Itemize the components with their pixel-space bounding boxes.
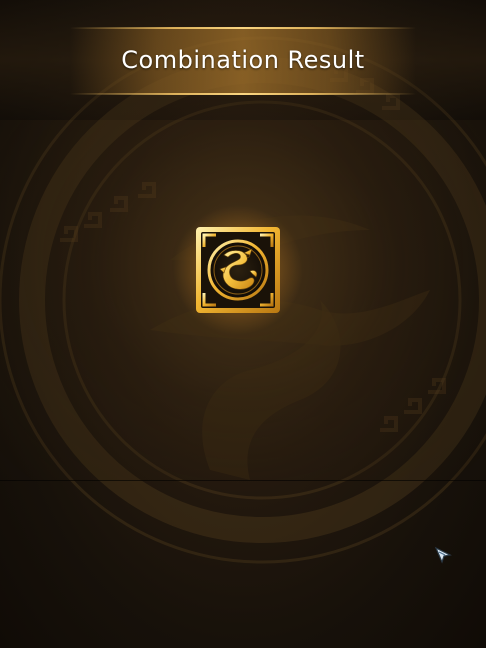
title-border-bottom — [70, 93, 416, 95]
combination-result-screen: Combination Result — [0, 0, 486, 648]
golden-dragon-emblem-icon — [196, 227, 280, 313]
mouse-cursor-icon — [434, 546, 452, 564]
result-item-slot[interactable] — [172, 205, 304, 335]
title-border-top — [70, 27, 416, 29]
page-title: Combination Result — [121, 46, 365, 74]
